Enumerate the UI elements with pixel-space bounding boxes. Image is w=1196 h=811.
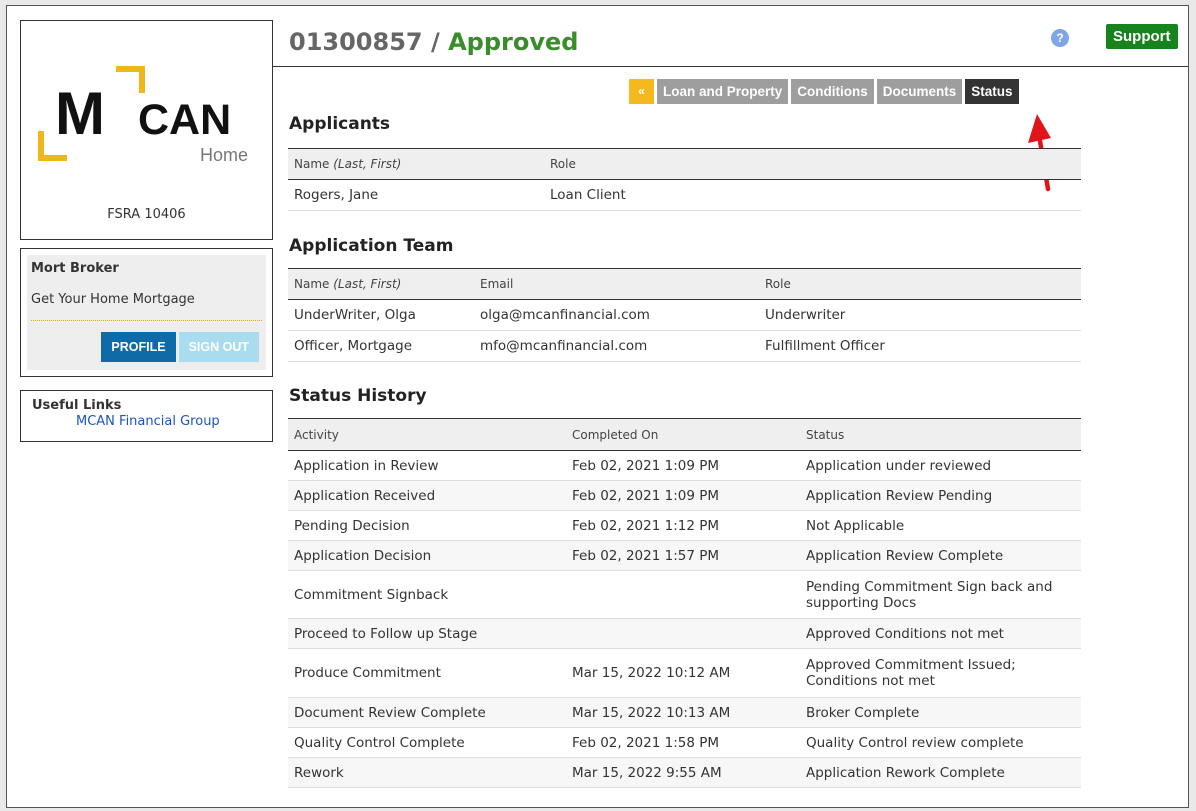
applicants-table: Name (Last, First) Role Rogers, Jane Loa… [288,148,1081,211]
completed-on-cell: Feb 02, 2021 1:58 PM [566,727,800,758]
table-row: Commitment Signback Pending Commitment S… [288,570,1081,619]
completed-on-cell: Feb 02, 2021 1:09 PM [566,480,800,511]
activity-cell: Application Received [288,480,566,511]
team-member-name: Officer, Mortgage [288,330,474,362]
svg-text:Home: Home [200,145,248,165]
table-row: Application Received Feb 02, 2021 1:09 P… [288,480,1081,511]
table-header-row: Name (Last, First) Role [288,148,1081,180]
column-header-email: Email [474,268,759,300]
loan-status: Approved [448,28,579,56]
status-cell: Not Applicable [800,510,1081,541]
team-member-role: Underwriter [759,299,1081,331]
table-row: Document Review Complete Mar 15, 2022 10… [288,697,1081,728]
table-header-row: Name (Last, First) Email Role [288,268,1081,300]
team-member-email: mfo@mcanfinancial.com [474,330,759,362]
completed-on-cell: Mar 15, 2022 10:13 AM [566,697,800,728]
team-table: Name (Last, First) Email Role UnderWrite… [288,268,1081,362]
status-cell: Pending Commitment Sign back and support… [800,570,1081,619]
status-cell: Quality Control review complete [800,727,1081,758]
app-frame: M CAN Home FSRA 10406 Mort Broker Get Yo… [6,5,1189,808]
tab-conditions[interactable]: Conditions [791,79,874,104]
logo-panel: M CAN Home FSRA 10406 [20,20,273,240]
status-history-table: Activity Completed On Status Application… [288,418,1081,788]
completed-on-cell [566,618,800,649]
table-row: Produce Commitment Mar 15, 2022 10:12 AM… [288,648,1081,698]
applicant-role: Loan Client [544,179,1081,211]
useful-links-title: Useful Links [32,398,122,413]
activity-cell: Application in Review [288,450,566,481]
status-cell: Application Review Complete [800,540,1081,571]
question-circle-icon[interactable]: ? [1051,29,1069,47]
sign-out-button[interactable]: SIGN OUT [178,332,259,362]
tab-documents[interactable]: Documents [876,79,963,104]
svg-text:M: M [55,80,105,147]
team-member-role: Fulfillment Officer [759,330,1081,362]
completed-on-cell: Feb 02, 2021 1:12 PM [566,510,800,541]
applicants-heading: Applicants [289,114,391,134]
mcan-home-logo: M CAN Home [38,66,248,165]
column-header-role: Role [544,148,1081,180]
table-row: Officer, Mortgage mfo@mcanfinancial.com … [288,330,1081,362]
table-row: Rework Mar 15, 2022 9:55 AM Application … [288,757,1081,788]
activity-cell: Quality Control Complete [288,727,566,758]
profile-button[interactable]: PROFILE [101,332,176,362]
column-header-name: Name (Last, First) [288,268,474,300]
column-header-role: Role [759,268,1081,300]
table-row: Proceed to Follow up Stage Approved Cond… [288,618,1081,649]
table-header-row: Activity Completed On Status [288,418,1081,451]
column-header-name: Name (Last, First) [288,148,544,180]
table-row: Pending Decision Feb 02, 2021 1:12 PM No… [288,510,1081,541]
header-divider [272,66,1188,67]
sidebar: M CAN Home FSRA 10406 Mort Broker Get Yo… [20,20,273,442]
completed-on-cell: Feb 02, 2021 1:57 PM [566,540,800,571]
table-row: Application in Review Feb 02, 2021 1:09 … [288,450,1081,481]
status-cell: Application under reviewed [800,450,1081,481]
status-cell: Broker Complete [800,697,1081,728]
status-cell: Application Rework Complete [800,757,1081,788]
broker-name: Mort Broker [31,261,119,276]
tab-status[interactable]: Status [965,79,1019,104]
activity-cell: Pending Decision [288,510,566,541]
broker-panel: Mort Broker Get Your Home Mortgage PROFI… [20,248,273,377]
team-member-email: olga@mcanfinancial.com [474,299,759,331]
tab-bar: « Loan and Property Conditions Documents… [629,79,1019,104]
broker-actions: PROFILE SIGN OUT [31,332,262,362]
completed-on-cell [566,570,800,619]
completed-on-cell: Feb 02, 2021 1:09 PM [566,450,800,481]
status-cell: Approved Conditions not met [800,618,1081,649]
tab-loan-and-property[interactable]: Loan and Property [657,79,789,104]
loan-number: 01300857 [289,28,423,56]
table-row: Rogers, Jane Loan Client [288,179,1081,211]
broker-card: Mort Broker Get Your Home Mortgage PROFI… [27,255,266,370]
status-cell: Application Review Pending [800,480,1081,511]
page-title: 01300857 / Approved [289,28,578,56]
broker-tagline: Get Your Home Mortgage [31,292,262,321]
table-row: Application Decision Feb 02, 2021 1:57 P… [288,540,1081,571]
column-header-status: Status [800,418,1081,451]
title-separator: / [422,28,449,56]
team-member-name: UnderWriter, Olga [288,299,474,331]
status-cell: Approved Commitment Issued; Conditions n… [800,648,1081,698]
activity-cell: Commitment Signback [288,570,566,619]
fsra-license: FSRA 10406 [107,207,186,222]
support-button[interactable]: Support [1106,24,1178,49]
column-header-activity: Activity [288,418,566,451]
applicant-name: Rogers, Jane [288,179,544,211]
activity-cell: Produce Commitment [288,648,566,698]
table-row: Quality Control Complete Feb 02, 2021 1:… [288,727,1081,758]
column-header-completed-on: Completed On [566,418,800,451]
svg-text:CAN: CAN [138,96,231,144]
completed-on-cell: Mar 15, 2022 9:55 AM [566,757,800,788]
activity-cell: Application Decision [288,540,566,571]
activity-cell: Rework [288,757,566,788]
useful-links-panel: Useful Links MCAN Financial Group [20,390,273,442]
activity-cell: Document Review Complete [288,697,566,728]
link-mcan-financial-group[interactable]: MCAN Financial Group [76,414,261,429]
completed-on-cell: Mar 15, 2022 10:12 AM [566,648,800,698]
activity-cell: Proceed to Follow up Stage [288,618,566,649]
tab-collapse[interactable]: « [629,79,654,104]
status-history-heading: Status History [289,386,427,406]
application-team-heading: Application Team [289,236,454,256]
table-row: UnderWriter, Olga olga@mcanfinancial.com… [288,299,1081,331]
